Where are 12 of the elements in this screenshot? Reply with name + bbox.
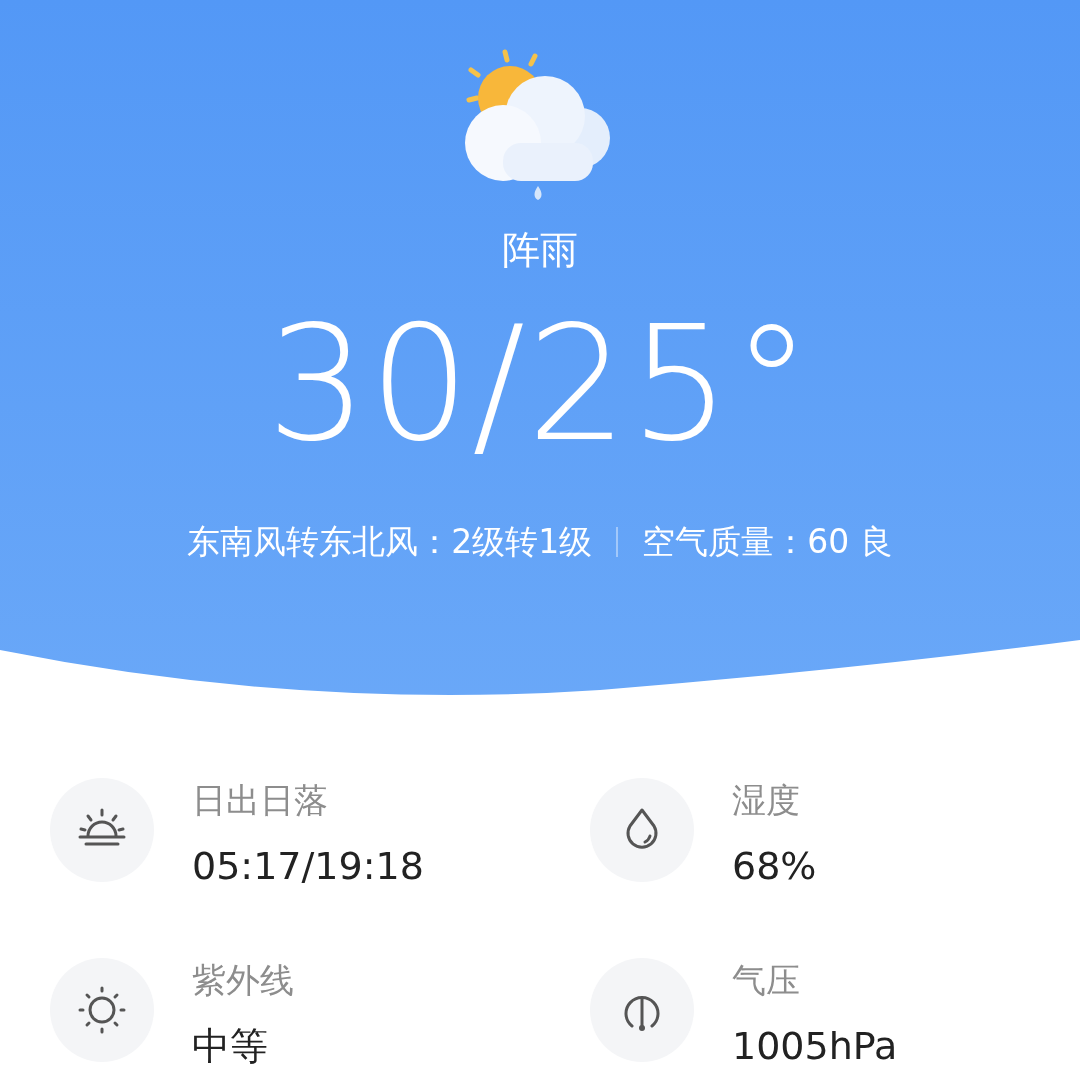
detail-label: 日出日落 (192, 783, 329, 817)
temperature: 30/25° (265, 305, 815, 463)
detail-label: 气压 (732, 963, 801, 997)
detail-label: 湿度 (732, 783, 801, 817)
detail-value: 中等 (192, 1027, 269, 1065)
detail-label: 紫外线 (192, 963, 294, 997)
air-quality: 空气质量：60 良 (642, 521, 893, 563)
weather-condition: 阵雨 (501, 231, 579, 269)
detail-value: 1005hPa (732, 1027, 898, 1065)
wind-info: 东南风转东北风：2级转1级 (187, 521, 593, 563)
detail-value: 05:17/19:18 (192, 847, 424, 885)
detail-value: 68% (732, 847, 817, 885)
